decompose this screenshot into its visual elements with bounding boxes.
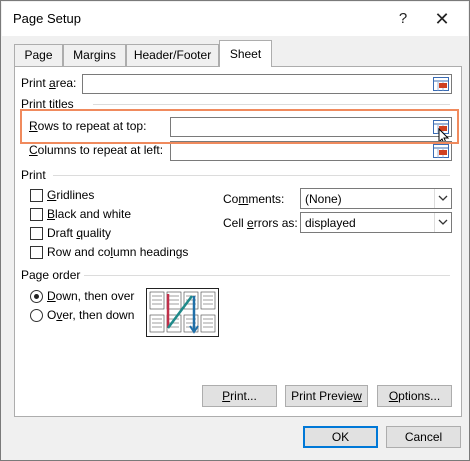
cell-errors-label: Cell errors as:: [223, 216, 298, 230]
tab-margins[interactable]: Margins: [63, 44, 126, 66]
gridlines-label: Gridlines: [47, 188, 95, 202]
options-button[interactable]: Options...: [377, 385, 452, 407]
cancel-button[interactable]: Cancel: [386, 426, 461, 448]
tab-header-footer[interactable]: Header/Footer: [126, 44, 219, 66]
page-order-divider: [84, 275, 450, 276]
black-and-white-checkbox[interactable]: [30, 208, 43, 221]
rows-to-repeat-highlight: [20, 109, 459, 144]
down-then-over-label: Down, then over: [47, 289, 135, 303]
comments-value: (None): [305, 192, 342, 206]
chevron-down-icon: [434, 213, 451, 232]
gridlines-checkbox[interactable]: [30, 189, 43, 202]
page-order-preview-icon: [146, 288, 219, 337]
print-area-label: Print area:: [21, 76, 77, 90]
comments-label: Comments:: [223, 192, 285, 206]
tab-page[interactable]: Page: [14, 44, 63, 66]
print-heading: Print: [21, 168, 46, 182]
draft-quality-label: Draft quality: [47, 226, 112, 240]
print-area-input[interactable]: [82, 74, 452, 94]
print-titles-divider: [93, 104, 450, 105]
collapse-dialog-icon[interactable]: [433, 77, 449, 91]
draft-quality-checkbox[interactable]: [30, 227, 43, 240]
down-then-over-radio[interactable]: [30, 290, 43, 303]
page-setup-dialog: Page Setup ? ✕ Page Margins Header/Foote…: [0, 0, 470, 461]
row-column-headings-label: Row and column headings: [47, 245, 189, 259]
ok-button[interactable]: OK: [303, 426, 378, 448]
close-button[interactable]: ✕: [427, 6, 457, 32]
print-divider: [53, 175, 450, 176]
cell-errors-value: displayed: [305, 216, 356, 230]
comments-select[interactable]: (None): [300, 188, 452, 209]
black-and-white-label: Black and white: [47, 207, 132, 221]
dialog-title: Page Setup: [13, 11, 81, 26]
over-then-down-radio[interactable]: [30, 309, 43, 322]
row-column-headings-checkbox[interactable]: [30, 246, 43, 259]
help-button[interactable]: ?: [388, 6, 418, 32]
print-button[interactable]: Print...: [202, 385, 277, 407]
columns-to-repeat-input[interactable]: [170, 141, 452, 161]
over-then-down-label: Over, then down: [47, 308, 135, 322]
tab-sheet[interactable]: Sheet: [219, 40, 272, 67]
columns-to-repeat-label: Columns to repeat at left:: [29, 143, 164, 157]
page-order-heading: Page order: [21, 268, 81, 282]
chevron-down-icon: [434, 189, 451, 208]
collapse-dialog-icon[interactable]: [433, 144, 449, 158]
print-preview-button[interactable]: Print Preview: [285, 385, 368, 407]
cell-errors-select[interactable]: displayed: [300, 212, 452, 233]
title-bar: Page Setup ? ✕: [2, 2, 468, 36]
